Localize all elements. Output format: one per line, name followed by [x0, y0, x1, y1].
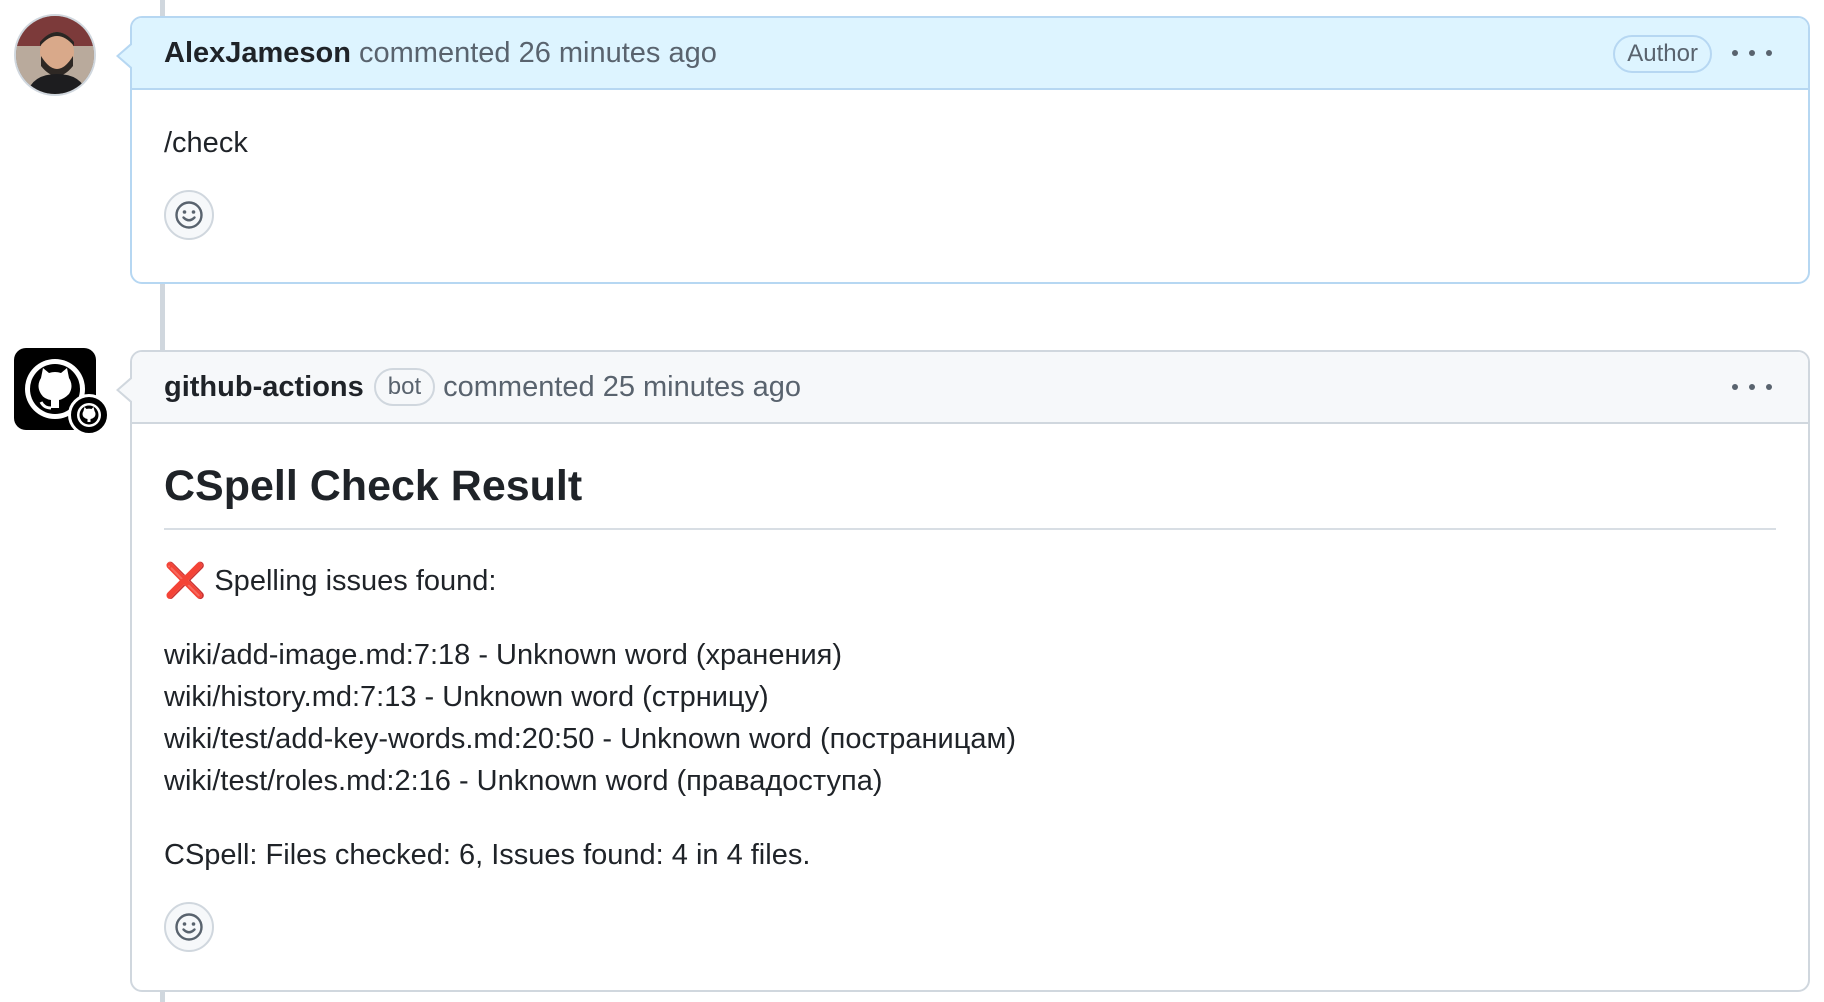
- add-reaction-button[interactable]: [164, 190, 214, 240]
- issue-line: wiki/test/roles.md:2:16 - Unknown word (…: [164, 765, 883, 797]
- issues-status-line: ❌ Spelling issues found:: [164, 560, 1776, 602]
- kebab-dot: [1732, 50, 1738, 56]
- comment-alexjameson: AlexJameson commented 26 minutes ago Aut…: [116, 16, 1810, 284]
- issue-line: wiki/history.md:7:13 - Unknown word (стр…: [164, 681, 769, 713]
- comment-header: AlexJameson commented 26 minutes ago Aut…: [132, 18, 1808, 90]
- kebab-dot: [1766, 384, 1772, 390]
- kebab-dot: [1749, 50, 1755, 56]
- comment-author-link[interactable]: github-actions: [164, 371, 364, 404]
- smiley-icon: [175, 201, 203, 229]
- avatar-alexjameson[interactable]: [14, 14, 96, 96]
- comment-text: /check: [164, 127, 248, 159]
- comment-github-actions: github-actions bot commented 25 minutes …: [116, 350, 1810, 992]
- github-mark-icon: [77, 403, 101, 427]
- kebab-dot: [1766, 50, 1772, 56]
- smiley-icon: [175, 913, 203, 941]
- issues-status-text: Spelling issues found:: [214, 565, 497, 597]
- comment-author-link[interactable]: AlexJameson: [164, 37, 351, 70]
- kebab-dot: [1749, 384, 1755, 390]
- cross-mark-icon: ❌: [164, 562, 207, 600]
- issue-list: wiki/add-image.md:7:18 - Unknown word (х…: [164, 634, 1776, 802]
- issue-line: wiki/test/add-key-words.md:20:50 - Unkno…: [164, 723, 1017, 755]
- github-mini-badge-icon: [68, 394, 110, 436]
- comment-body: CSpell Check Result ❌ Spelling issues fo…: [132, 460, 1808, 952]
- comment-body: /check: [132, 122, 1808, 240]
- result-heading: CSpell Check Result: [164, 460, 1776, 530]
- comment-timestamp[interactable]: commented 25 minutes ago: [443, 371, 801, 404]
- comment-options-button[interactable]: [1732, 372, 1772, 402]
- kebab-dot: [1732, 384, 1738, 390]
- comment-header: github-actions bot commented 25 minutes …: [132, 352, 1808, 424]
- avatar-photo: [16, 16, 94, 94]
- comment-options-button[interactable]: [1732, 38, 1772, 68]
- comment-timeline: AlexJameson commented 26 minutes ago Aut…: [0, 0, 1824, 1002]
- check-summary: CSpell: Files checked: 6, Issues found: …: [164, 839, 811, 871]
- issue-line: wiki/add-image.md:7:18 - Unknown word (х…: [164, 639, 843, 671]
- add-reaction-button[interactable]: [164, 902, 214, 952]
- author-badge: Author: [1613, 35, 1712, 73]
- bot-badge: bot: [373, 368, 436, 406]
- comment-timestamp[interactable]: commented 26 minutes ago: [359, 37, 717, 70]
